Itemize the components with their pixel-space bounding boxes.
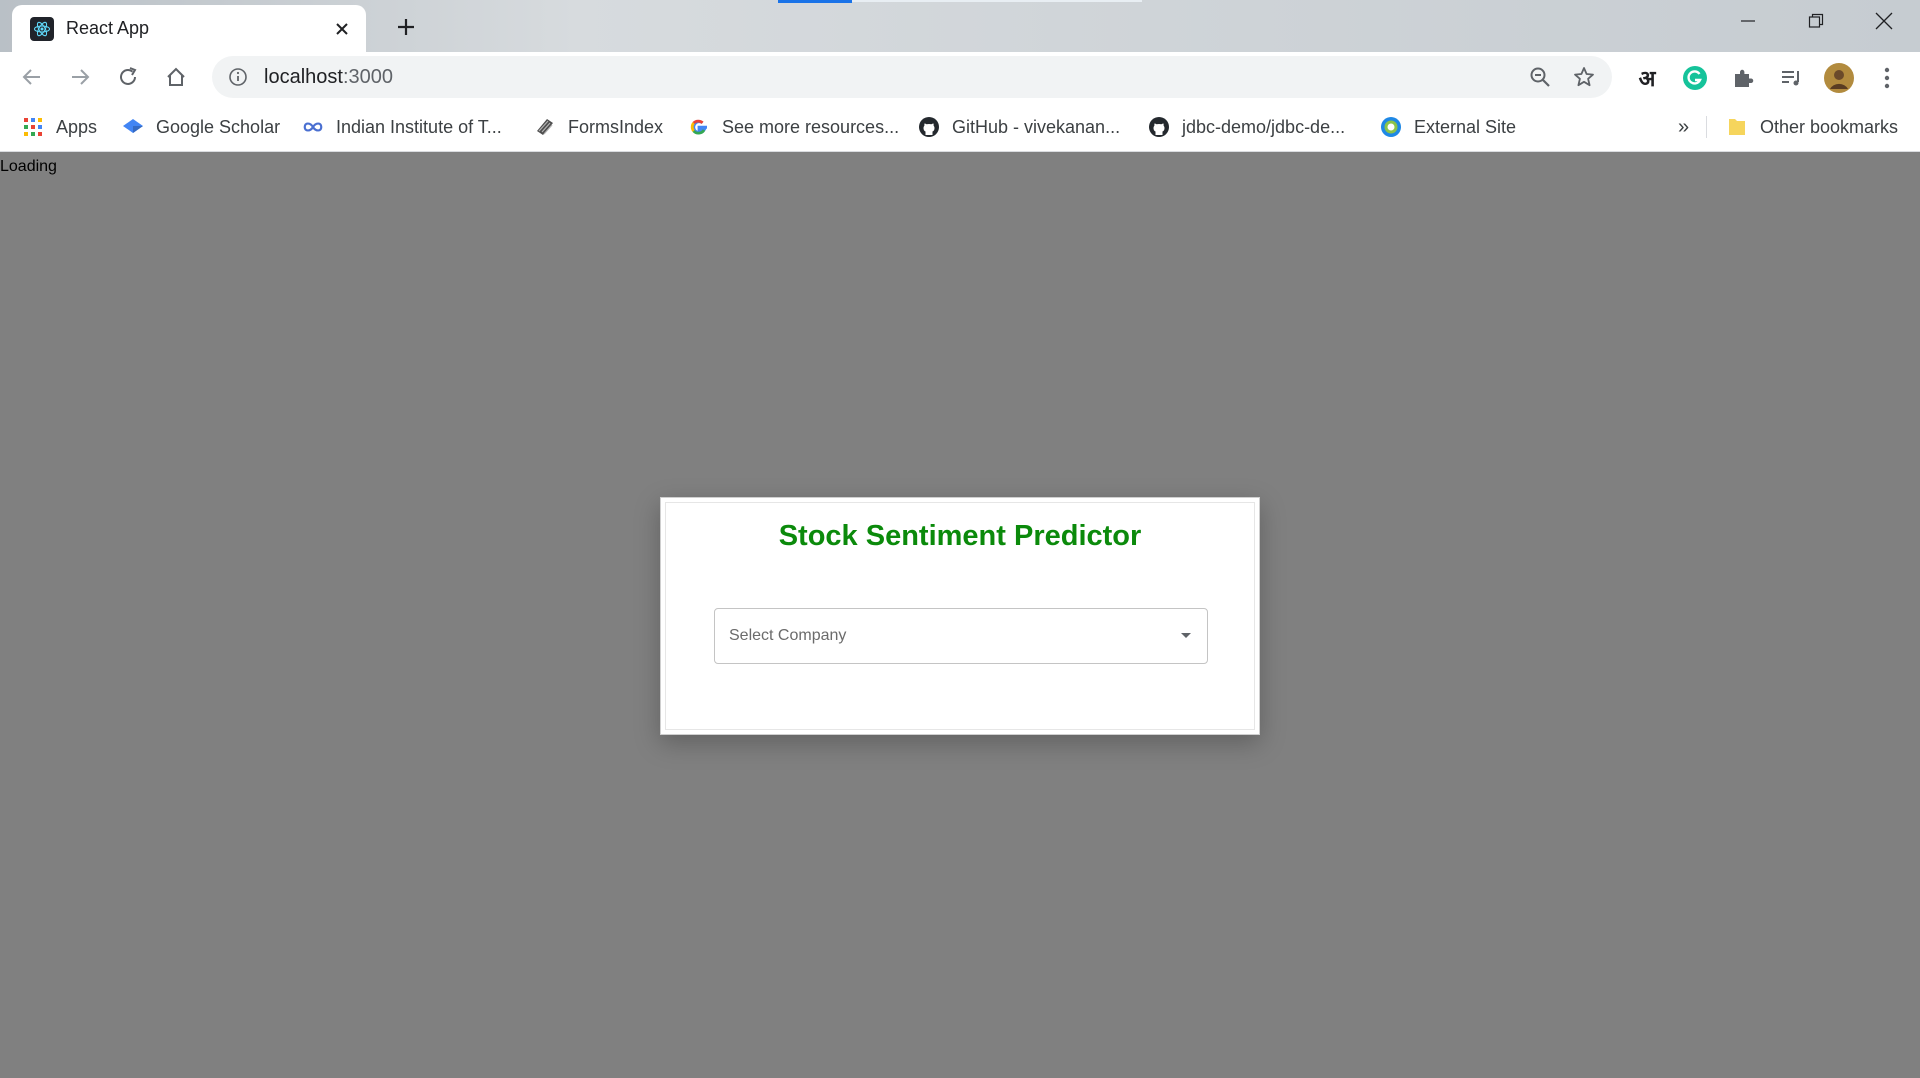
new-tab-plus-icon[interactable] xyxy=(390,11,422,43)
bookmark-label: GitHub - vivekanan... xyxy=(952,116,1121,137)
bookmark-google-resources[interactable]: See more resources... xyxy=(688,112,899,142)
google-icon xyxy=(688,116,710,138)
bookmark-github-vivekanan[interactable]: GitHub - vivekanan... xyxy=(918,112,1120,142)
bookmarks-overflow-chevron[interactable]: » xyxy=(1678,112,1689,142)
url-host: localhost xyxy=(264,65,343,88)
tab-loading-indicator xyxy=(778,0,852,3)
page-title: Stock Sentiment Predictor xyxy=(778,520,1142,552)
external-site-icon xyxy=(1380,116,1402,138)
window-close-icon[interactable] xyxy=(1852,0,1916,42)
bookmark-iit[interactable]: Indian Institute of T... xyxy=(302,112,502,142)
company-select[interactable]: Select Company xyxy=(714,608,1208,664)
address-bar[interactable]: localhost:3000 xyxy=(212,56,1612,98)
url-port: :3000 xyxy=(342,65,393,88)
address-url[interactable]: localhost:3000 xyxy=(264,66,1524,89)
media-queue-icon[interactable] xyxy=(1774,61,1808,95)
profile-avatar[interactable] xyxy=(1822,61,1856,95)
bookmark-external-site[interactable]: External Site xyxy=(1380,112,1516,142)
browser-titlebar: React App xyxy=(0,0,1920,52)
zoom-out-icon[interactable] xyxy=(1524,61,1556,93)
restore-icon[interactable] xyxy=(1784,0,1848,42)
bookmark-label: Google Scholar xyxy=(156,116,281,137)
bookmark-label: Apps xyxy=(56,116,98,137)
bookmark-formsindex[interactable]: FormsIndex xyxy=(534,112,663,142)
other-bookmarks[interactable]: Other bookmarks xyxy=(1726,112,1898,142)
tab-loading-track xyxy=(852,0,1142,2)
infinity-icon xyxy=(302,116,324,138)
github-icon xyxy=(918,116,940,138)
tab-title: React App xyxy=(66,18,150,38)
reload-icon[interactable] xyxy=(112,61,144,93)
company-select-placeholder: Select Company xyxy=(729,627,847,644)
loading-text: Loading xyxy=(0,158,57,175)
bookmark-label: See more resources... xyxy=(722,116,900,137)
tab-close-icon[interactable] xyxy=(328,15,356,43)
folder-icon xyxy=(1726,116,1748,138)
hindi-input-extension-icon[interactable]: अ xyxy=(1630,61,1664,95)
bookmark-apps[interactable]: Apps xyxy=(22,112,97,142)
bookmarks-divider xyxy=(1706,116,1707,138)
browser-toolbar: localhost:3000 अ xyxy=(0,52,1920,102)
react-favicon-icon xyxy=(30,16,54,41)
apps-grid-icon xyxy=(22,116,44,138)
bookmark-label: FormsIndex xyxy=(568,116,664,137)
overflow-glyph: » xyxy=(1678,115,1690,138)
bookmark-label: jdbc-demo/jdbc-de... xyxy=(1182,116,1346,137)
bookmark-label: Indian Institute of T... xyxy=(336,116,502,137)
bookmark-jdbc-demo[interactable]: jdbc-demo/jdbc-de... xyxy=(1148,112,1345,142)
devanagari-glyph: अ xyxy=(1638,67,1656,92)
formsindex-icon xyxy=(534,116,556,138)
predictor-modal: Stock Sentiment Predictor Select Company xyxy=(660,497,1260,735)
bookmark-star-icon[interactable] xyxy=(1568,61,1600,93)
extensions-puzzle-icon[interactable] xyxy=(1726,61,1760,95)
home-icon[interactable] xyxy=(160,61,192,93)
site-info-icon[interactable] xyxy=(226,65,250,89)
browser-menu-kebab-icon[interactable] xyxy=(1870,61,1904,95)
page-viewport: Loading Stock Sentiment Predictor Select… xyxy=(0,153,1920,1078)
minimize-icon[interactable] xyxy=(1716,0,1780,42)
bookmark-google-scholar[interactable]: Google Scholar xyxy=(122,112,280,142)
forward-arrow-icon[interactable] xyxy=(64,61,96,93)
github-icon xyxy=(1148,116,1170,138)
scholar-icon xyxy=(122,116,144,138)
bookmark-label: External Site xyxy=(1414,116,1517,137)
back-arrow-icon[interactable] xyxy=(16,61,48,93)
dropdown-caret-icon xyxy=(1179,629,1193,643)
browser-tab[interactable]: React App xyxy=(12,5,366,52)
bookmarks-bar: Apps Google Scholar Indian Institute of … xyxy=(0,102,1920,152)
grammarly-icon[interactable] xyxy=(1678,61,1712,95)
other-bookmarks-label: Other bookmarks xyxy=(1760,116,1899,137)
